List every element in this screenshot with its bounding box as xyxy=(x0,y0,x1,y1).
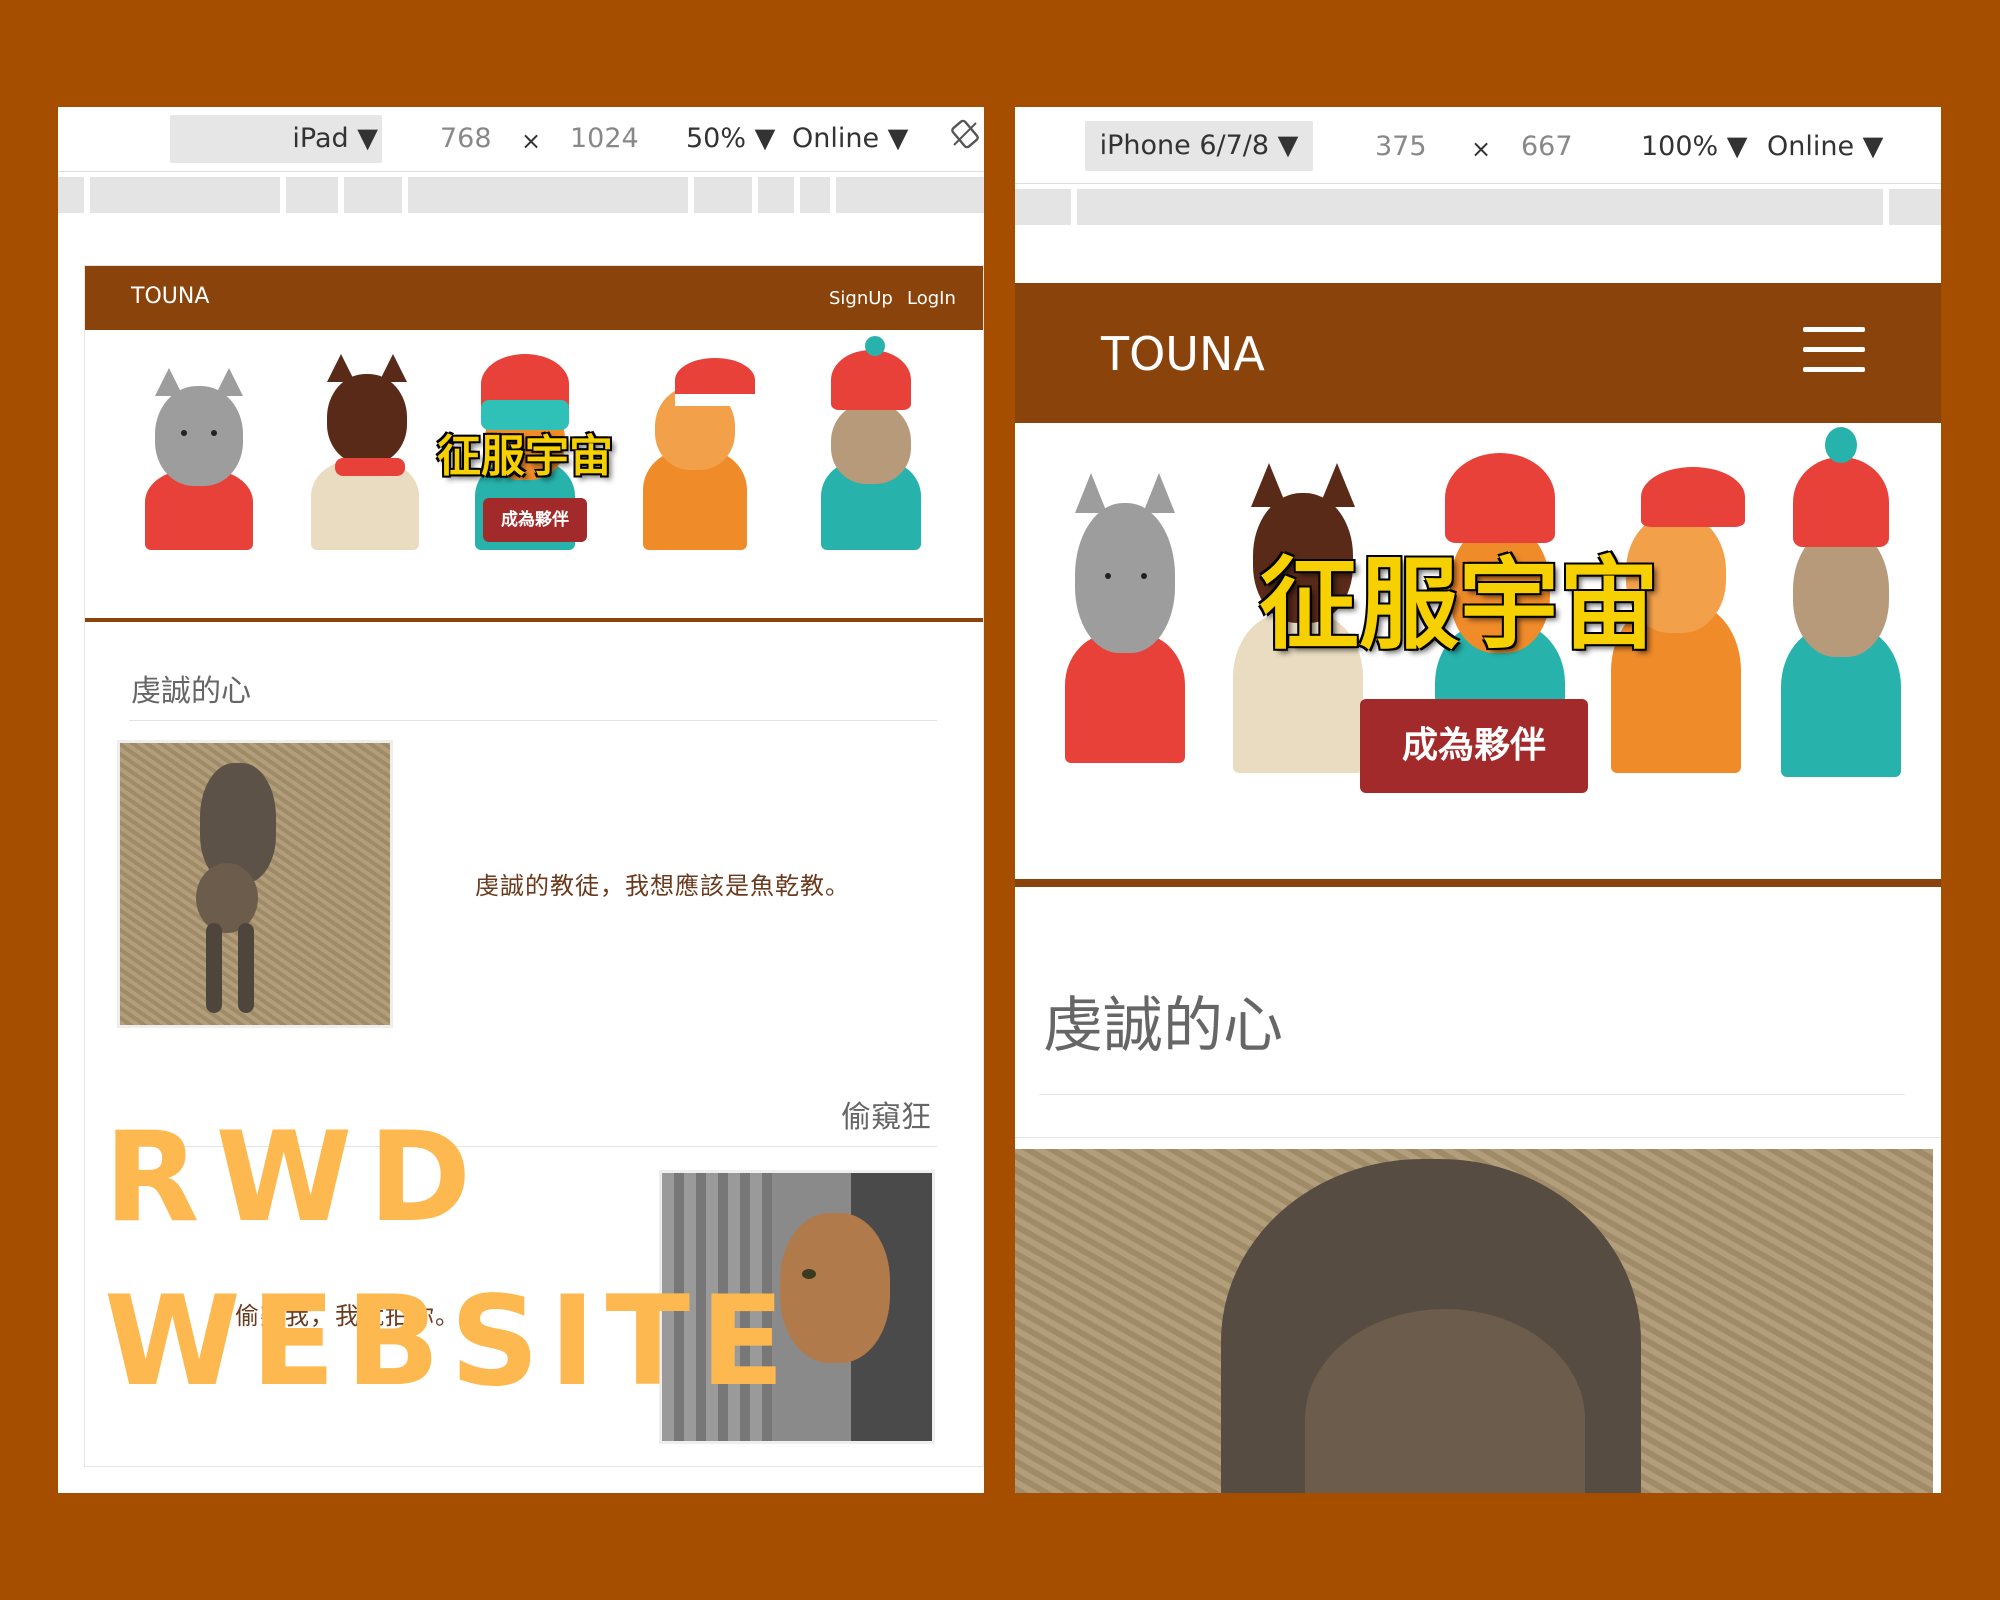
times-sign: × xyxy=(521,127,542,155)
viewport-width[interactable]: 375 xyxy=(1375,131,1427,162)
hero-title: 征服宇宙 xyxy=(1259,546,1659,663)
brand-logo[interactable]: TOUNA xyxy=(1101,327,1265,381)
navbar: TOUNA SignUp LogIn xyxy=(85,266,983,330)
cat-illustration-gray xyxy=(139,360,259,550)
device-select[interactable]: iPhone 6/7/8 ▼ xyxy=(1085,121,1313,171)
cat-illustration-lights xyxy=(1771,427,1911,777)
hamburger-menu-icon[interactable] xyxy=(1803,327,1865,373)
join-button[interactable]: 成為夥伴 xyxy=(1360,699,1588,793)
login-link[interactable]: LogIn xyxy=(907,288,956,309)
cat-photo-stretching xyxy=(1015,1149,1933,1493)
hero-banner: 征服宇宙 成為夥伴 xyxy=(85,330,983,610)
banner-divider xyxy=(85,618,983,622)
signup-link[interactable]: SignUp xyxy=(829,288,893,309)
section-title-devotion: 虔誠的心 xyxy=(131,674,251,709)
navbar: TOUNA xyxy=(1015,283,1941,423)
overlay-heading-website: WEBSITE xyxy=(104,1270,795,1414)
device-toolbar: iPhone 6/7/8 ▼ 375 × 667 100% ▼ Online ▼ xyxy=(1015,107,1941,184)
hero-banner: 征服宇宙 成為夥伴 xyxy=(1015,423,1941,883)
brand-logo[interactable]: TOUNA xyxy=(131,284,209,309)
section-title-peeper: 偷窺狂 xyxy=(841,1100,931,1135)
join-button[interactable]: 成為夥伴 xyxy=(483,498,587,542)
network-select[interactable]: Online ▼ xyxy=(792,123,908,154)
cat-illustration-orange-santa xyxy=(635,350,755,550)
hero-title: 征服宇宙 xyxy=(437,431,613,482)
times-sign: × xyxy=(1471,135,1492,163)
rotate-icon[interactable] xyxy=(950,119,980,149)
zoom-select[interactable]: 100% ▼ xyxy=(1641,131,1748,162)
section-title-devotion: 虔誠的心 xyxy=(1043,991,1283,1061)
zoom-select[interactable]: 50% ▼ xyxy=(686,123,775,154)
media-query-ruler xyxy=(58,177,984,213)
viewport-height[interactable]: 667 xyxy=(1521,131,1573,162)
section-divider xyxy=(1015,1137,1941,1138)
section-caption-devotion: 虔誠的教徒，我想應該是魚乾教。 xyxy=(475,872,850,900)
media-query-ruler xyxy=(1015,189,1941,225)
section-divider xyxy=(129,720,937,721)
device-toolbar: iPad ▼ 768 × 1024 50% ▼ Online ▼ xyxy=(58,107,984,172)
network-select[interactable]: Online ▼ xyxy=(1767,131,1883,162)
device-select[interactable]: iPad ▼ xyxy=(170,115,382,163)
iphone-preview-panel: iPhone 6/7/8 ▼ 375 × 667 100% ▼ Online ▼… xyxy=(1015,107,1941,1493)
cat-illustration-gray xyxy=(1055,463,1195,763)
viewport-width[interactable]: 768 xyxy=(440,123,492,154)
overlay-heading-rwd: RWD xyxy=(104,1106,488,1250)
viewport-height[interactable]: 1024 xyxy=(570,123,639,154)
banner-divider xyxy=(1015,879,1941,887)
cat-photo-stretching xyxy=(117,740,393,1028)
cat-illustration-siamese xyxy=(305,350,425,550)
cat-illustration-lights xyxy=(811,336,931,550)
section-divider xyxy=(1039,1094,1905,1095)
